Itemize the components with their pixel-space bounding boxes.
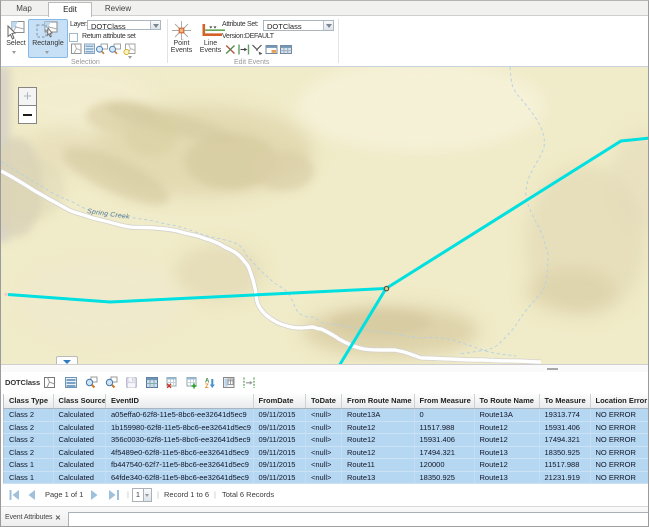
svg-text:Z: Z — [205, 384, 209, 390]
